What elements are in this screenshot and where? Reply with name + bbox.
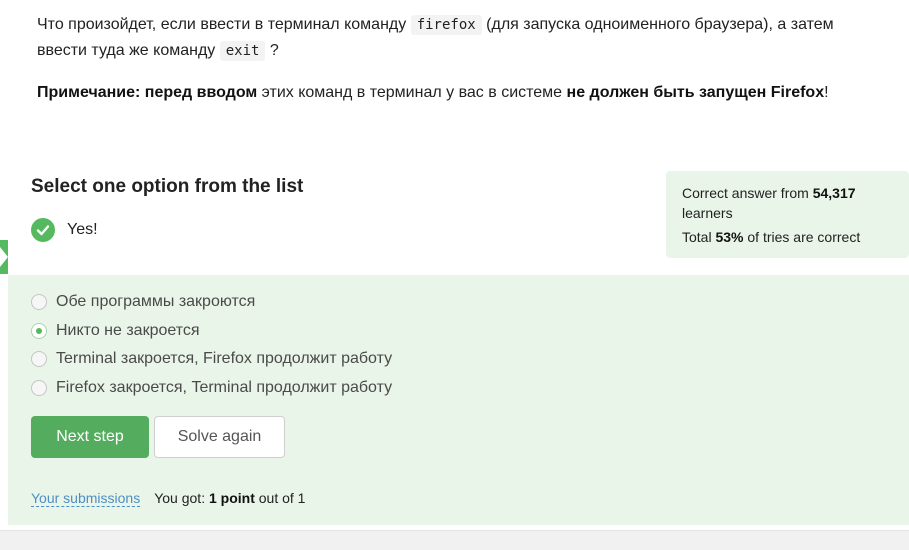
- question-text: Что произойдет, если ввести в терминал к…: [37, 12, 887, 106]
- option-label: Terminal закроется, Firefox продолжит ра…: [56, 350, 393, 367]
- result-status: Yes!: [31, 218, 98, 242]
- your-submissions-link[interactable]: Your submissions: [31, 490, 141, 507]
- option-label: Обе программы закроются: [56, 293, 256, 310]
- radio-button-selected[interactable]: [31, 323, 47, 339]
- code-exit: exit: [219, 41, 266, 61]
- left-edge-tab: [0, 240, 8, 274]
- option-label: Firefox закроется, Terminal продолжит ра…: [56, 379, 393, 396]
- option-label: Никто не закроется: [56, 322, 200, 339]
- solve-again-button[interactable]: Solve again: [154, 416, 285, 458]
- next-step-button[interactable]: Next step: [31, 416, 149, 458]
- option-radio[interactable]: Никто не закроется: [31, 322, 200, 340]
- stats-percent: Total 53% of tries are correct: [682, 229, 861, 245]
- options-panel: Обе программы закроются Никто не закроет…: [8, 275, 909, 525]
- radio-button[interactable]: [31, 351, 47, 367]
- question-note: Примечание: перед вводом этих команд в т…: [37, 84, 829, 101]
- bottom-divider: [0, 530, 909, 550]
- radio-button[interactable]: [31, 294, 47, 310]
- radio-button[interactable]: [31, 380, 47, 396]
- code-firefox: firefox: [410, 15, 482, 35]
- check-icon: [31, 218, 55, 242]
- option-radio[interactable]: Terminal закроется, Firefox продолжит ра…: [31, 350, 392, 368]
- result-text: Yes!: [67, 221, 98, 238]
- submission-footer: Your submissions You got: 1 point out of…: [31, 490, 305, 507]
- question-paragraph: Что произойдет, если ввести в терминал к…: [37, 15, 834, 61]
- select-option-heading: Select one option from the list: [31, 176, 304, 197]
- option-radio[interactable]: Firefox закроется, Terminal продолжит ра…: [31, 379, 392, 397]
- score-text: You got: 1 point out of 1: [154, 490, 306, 506]
- option-radio[interactable]: Обе программы закроются: [31, 293, 255, 311]
- stats-learners: Correct answer from 54,317 learners: [682, 185, 856, 221]
- stats-box: Correct answer from 54,317 learners Tota…: [666, 171, 909, 258]
